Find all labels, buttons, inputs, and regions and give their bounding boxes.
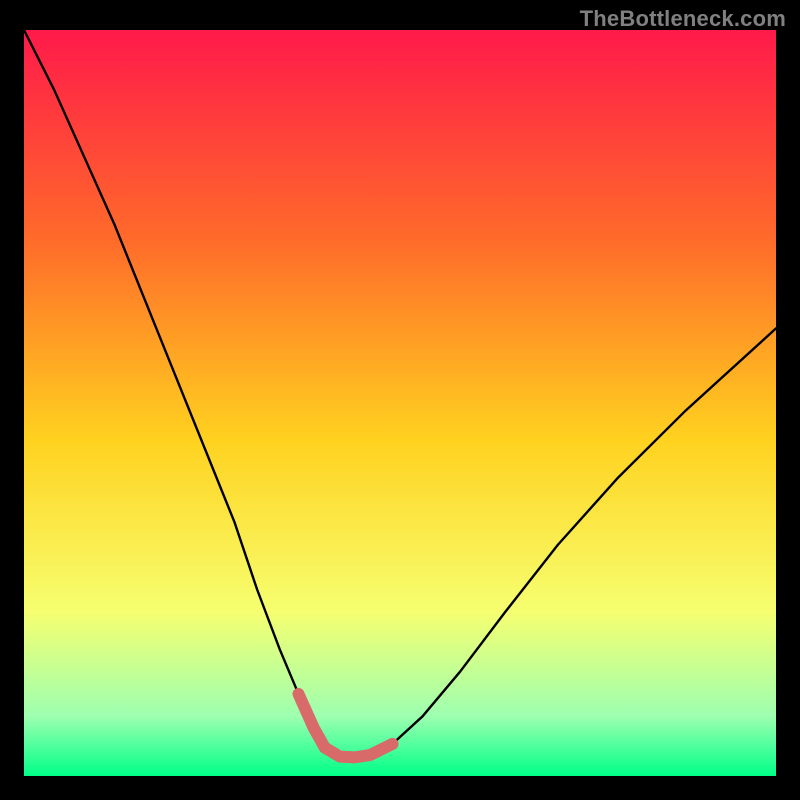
bottleneck-chart bbox=[0, 0, 800, 800]
gradient-background bbox=[24, 30, 776, 776]
chart-container: { "watermark": "TheBottleneck.com", "col… bbox=[0, 0, 800, 800]
watermark-text: TheBottleneck.com bbox=[580, 6, 786, 32]
